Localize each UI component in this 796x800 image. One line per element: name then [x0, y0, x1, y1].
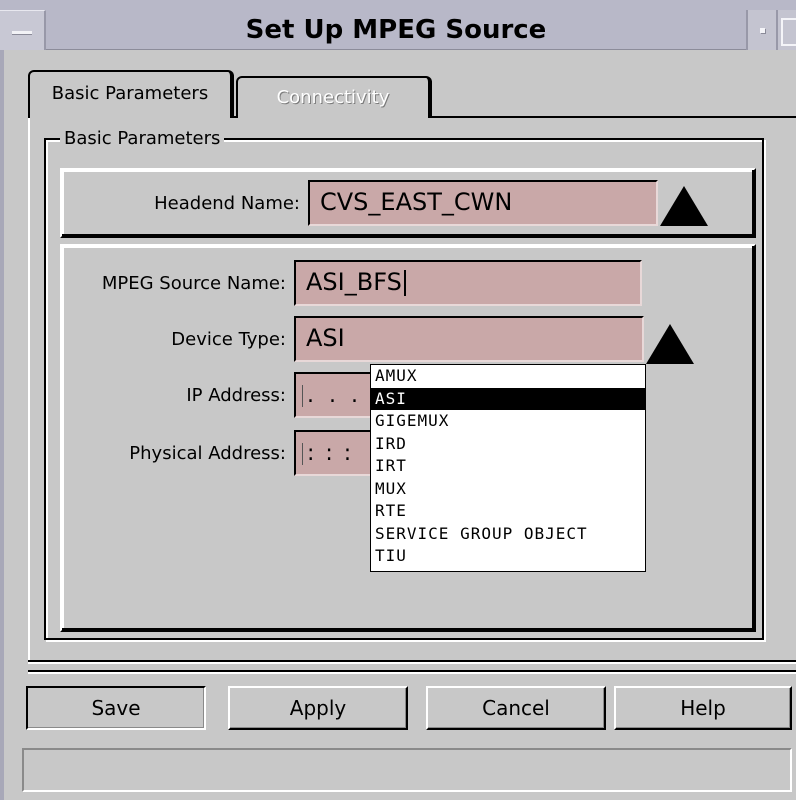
- headend-name-field[interactable]: CVS_EAST_CWN: [308, 180, 658, 226]
- maximize-icon: [781, 18, 796, 46]
- dropdown-option-ird[interactable]: IRD: [371, 433, 645, 456]
- dropdown-option-irt[interactable]: IRT: [371, 455, 645, 478]
- ip-address-label: IP Address:: [186, 385, 286, 406]
- minimize-button[interactable]: [746, 10, 776, 50]
- apply-button[interactable]: Apply: [228, 686, 408, 730]
- headend-dropdown-arrow-icon[interactable]: [660, 186, 708, 226]
- dropdown-option-rte[interactable]: RTE: [371, 500, 645, 523]
- dropdown-option-gigemux[interactable]: GIGEMUX: [371, 410, 645, 433]
- tab-basic-parameters[interactable]: Basic Parameters: [28, 70, 234, 118]
- device-type-dropdown-list[interactable]: AMUX ASI GIGEMUX IRD IRT MUX RTE SERVICE…: [370, 364, 646, 572]
- maximize-button[interactable]: [776, 10, 796, 50]
- ip-address-input[interactable]: . . .: [294, 372, 374, 418]
- text-cursor: [302, 385, 303, 407]
- text-cursor: [302, 443, 303, 465]
- text-cursor: [403, 270, 406, 296]
- ip-address-value: . . .: [307, 383, 362, 408]
- window-title: Set Up MPEG Source: [245, 15, 547, 45]
- device-type-dropdown-arrow-icon[interactable]: [646, 324, 694, 364]
- physical-address-value: : : :: [307, 441, 354, 466]
- tab-connectivity[interactable]: Connectivity: [236, 76, 432, 118]
- physical-address-label: Physical Address:: [129, 443, 286, 464]
- mpeg-source-name-label: MPEG Source Name:: [101, 273, 286, 294]
- save-button[interactable]: Save: [26, 686, 206, 730]
- window-menu-button[interactable]: [0, 10, 46, 50]
- physical-address-input[interactable]: : : :: [294, 430, 374, 476]
- device-type-field[interactable]: ASI: [294, 316, 644, 362]
- minimize-icon: [760, 28, 765, 33]
- window-menu-icon: [12, 31, 32, 34]
- dropdown-option-asi[interactable]: ASI: [371, 387, 645, 410]
- dropdown-option-tiu[interactable]: TIU: [371, 545, 645, 568]
- dropdown-option-amux[interactable]: AMUX: [371, 365, 645, 388]
- separator: [28, 670, 796, 674]
- window-border: [0, 50, 4, 800]
- mpeg-source-name-value: ASI_BFS: [306, 268, 402, 296]
- group-legend: Basic Parameters: [60, 128, 225, 150]
- separator: [28, 660, 796, 664]
- mpeg-source-name-input[interactable]: ASI_BFS: [294, 260, 642, 306]
- cancel-button[interactable]: Cancel: [426, 686, 606, 730]
- headend-name-label: Headend Name:: [154, 193, 300, 214]
- status-bar: [22, 748, 792, 792]
- dropdown-option-mux[interactable]: MUX: [371, 478, 645, 501]
- dropdown-option-service-group-object[interactable]: SERVICE GROUP OBJECT: [371, 523, 645, 546]
- device-type-label: Device Type:: [171, 329, 286, 350]
- help-button[interactable]: Help: [614, 686, 792, 730]
